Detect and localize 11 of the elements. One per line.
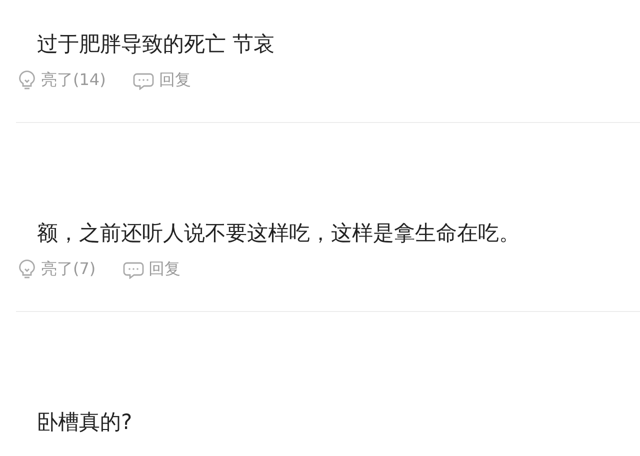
comment-text: 额，之前还听人说不要这样吃，这样是拿生命在吃。	[36, 220, 521, 247]
reply-button[interactable]: 回复	[122, 258, 181, 280]
like-button[interactable]: 亮了(14)	[18, 70, 106, 90]
comment-text: 卧槽真的?	[36, 409, 134, 436]
chat-icon	[122, 260, 144, 278]
lightbulb-icon	[18, 70, 36, 90]
like-button[interactable]: 亮了(7)	[18, 258, 96, 280]
chat-icon	[132, 70, 154, 90]
lightbulb-icon	[18, 259, 36, 279]
comment-text: 过于肥胖导致的死亡 节哀	[36, 31, 276, 58]
reply-button[interactable]: 回复	[132, 70, 191, 90]
